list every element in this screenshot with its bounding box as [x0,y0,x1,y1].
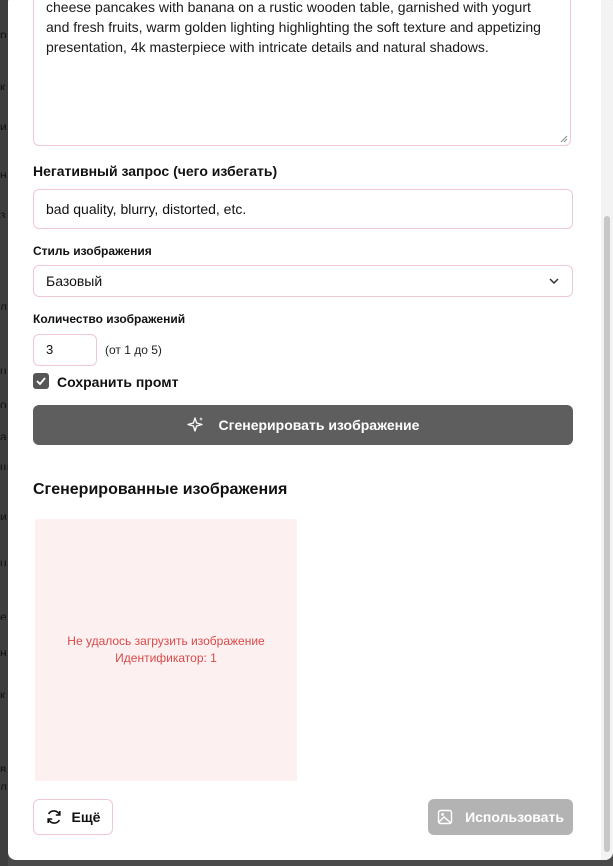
background-text: р [0,28,7,38]
save-prompt-checkbox[interactable] [33,373,49,389]
results-title: Сгенерированные изображения [33,481,288,498]
sparkles-icon [186,417,203,432]
image-id-text: Идентификатор: 1 [115,651,217,665]
count-label: Количество изображений [33,312,186,326]
background-text: н [0,646,7,656]
refresh-icon [46,810,61,824]
image-icon [437,809,453,825]
count-input[interactable]: 3 [33,334,97,366]
background-text: ц [0,364,7,374]
generated-image-card[interactable]: Не удалось загрузить изображение Идентиф… [35,519,297,781]
check-icon [36,377,46,386]
background-text: а [0,430,7,440]
prompt-text: cheese pancakes with banana on a rustic … [46,0,541,55]
negative-prompt-input[interactable]: bad quality, blurry, distorted, etc. [33,189,573,229]
use-button[interactable]: Использовать [428,799,573,835]
background-text: л [0,780,8,790]
generate-button-label: Сгенерировать изображение [218,417,420,433]
generate-button[interactable]: Сгенерировать изображение [33,405,573,445]
background-text: к [0,688,6,698]
style-label: Стиль изображения [33,244,152,258]
scrollbar-track[interactable] [601,0,613,860]
background-text: и [0,120,7,130]
resize-grip-icon[interactable] [560,135,568,143]
use-button-label: Использовать [465,809,564,825]
style-select[interactable]: Базовый [33,265,573,297]
background-text: к [0,80,6,90]
prompt-textarea[interactable]: cheese pancakes with banana on a rustic … [33,0,571,146]
background-text: в [0,762,7,772]
background-text: о [0,398,7,408]
background-text: и [0,510,7,520]
style-select-value: Базовый [46,273,103,289]
count-hint: (от 1 до 5) [105,343,162,357]
negative-prompt-label: Негативный запрос (чего избегать) [33,163,278,179]
background-text: н [0,168,7,178]
background-text: u [0,556,7,566]
scrollbar-thumb[interactable] [604,216,610,852]
chevron-down-icon [549,278,559,285]
background-text: з [0,208,6,218]
more-button-label: Ещё [71,809,101,825]
image-error-text: Не удалось загрузить изображение [67,634,265,648]
background-text: л [0,300,8,310]
save-prompt-label: Сохранить промт [57,374,179,390]
background-text: е [0,610,7,620]
generate-image-dialog: cheese pancakes with banana on a rustic … [8,0,613,860]
background-text: щ [0,460,8,470]
more-button[interactable]: Ещё [33,799,113,835]
